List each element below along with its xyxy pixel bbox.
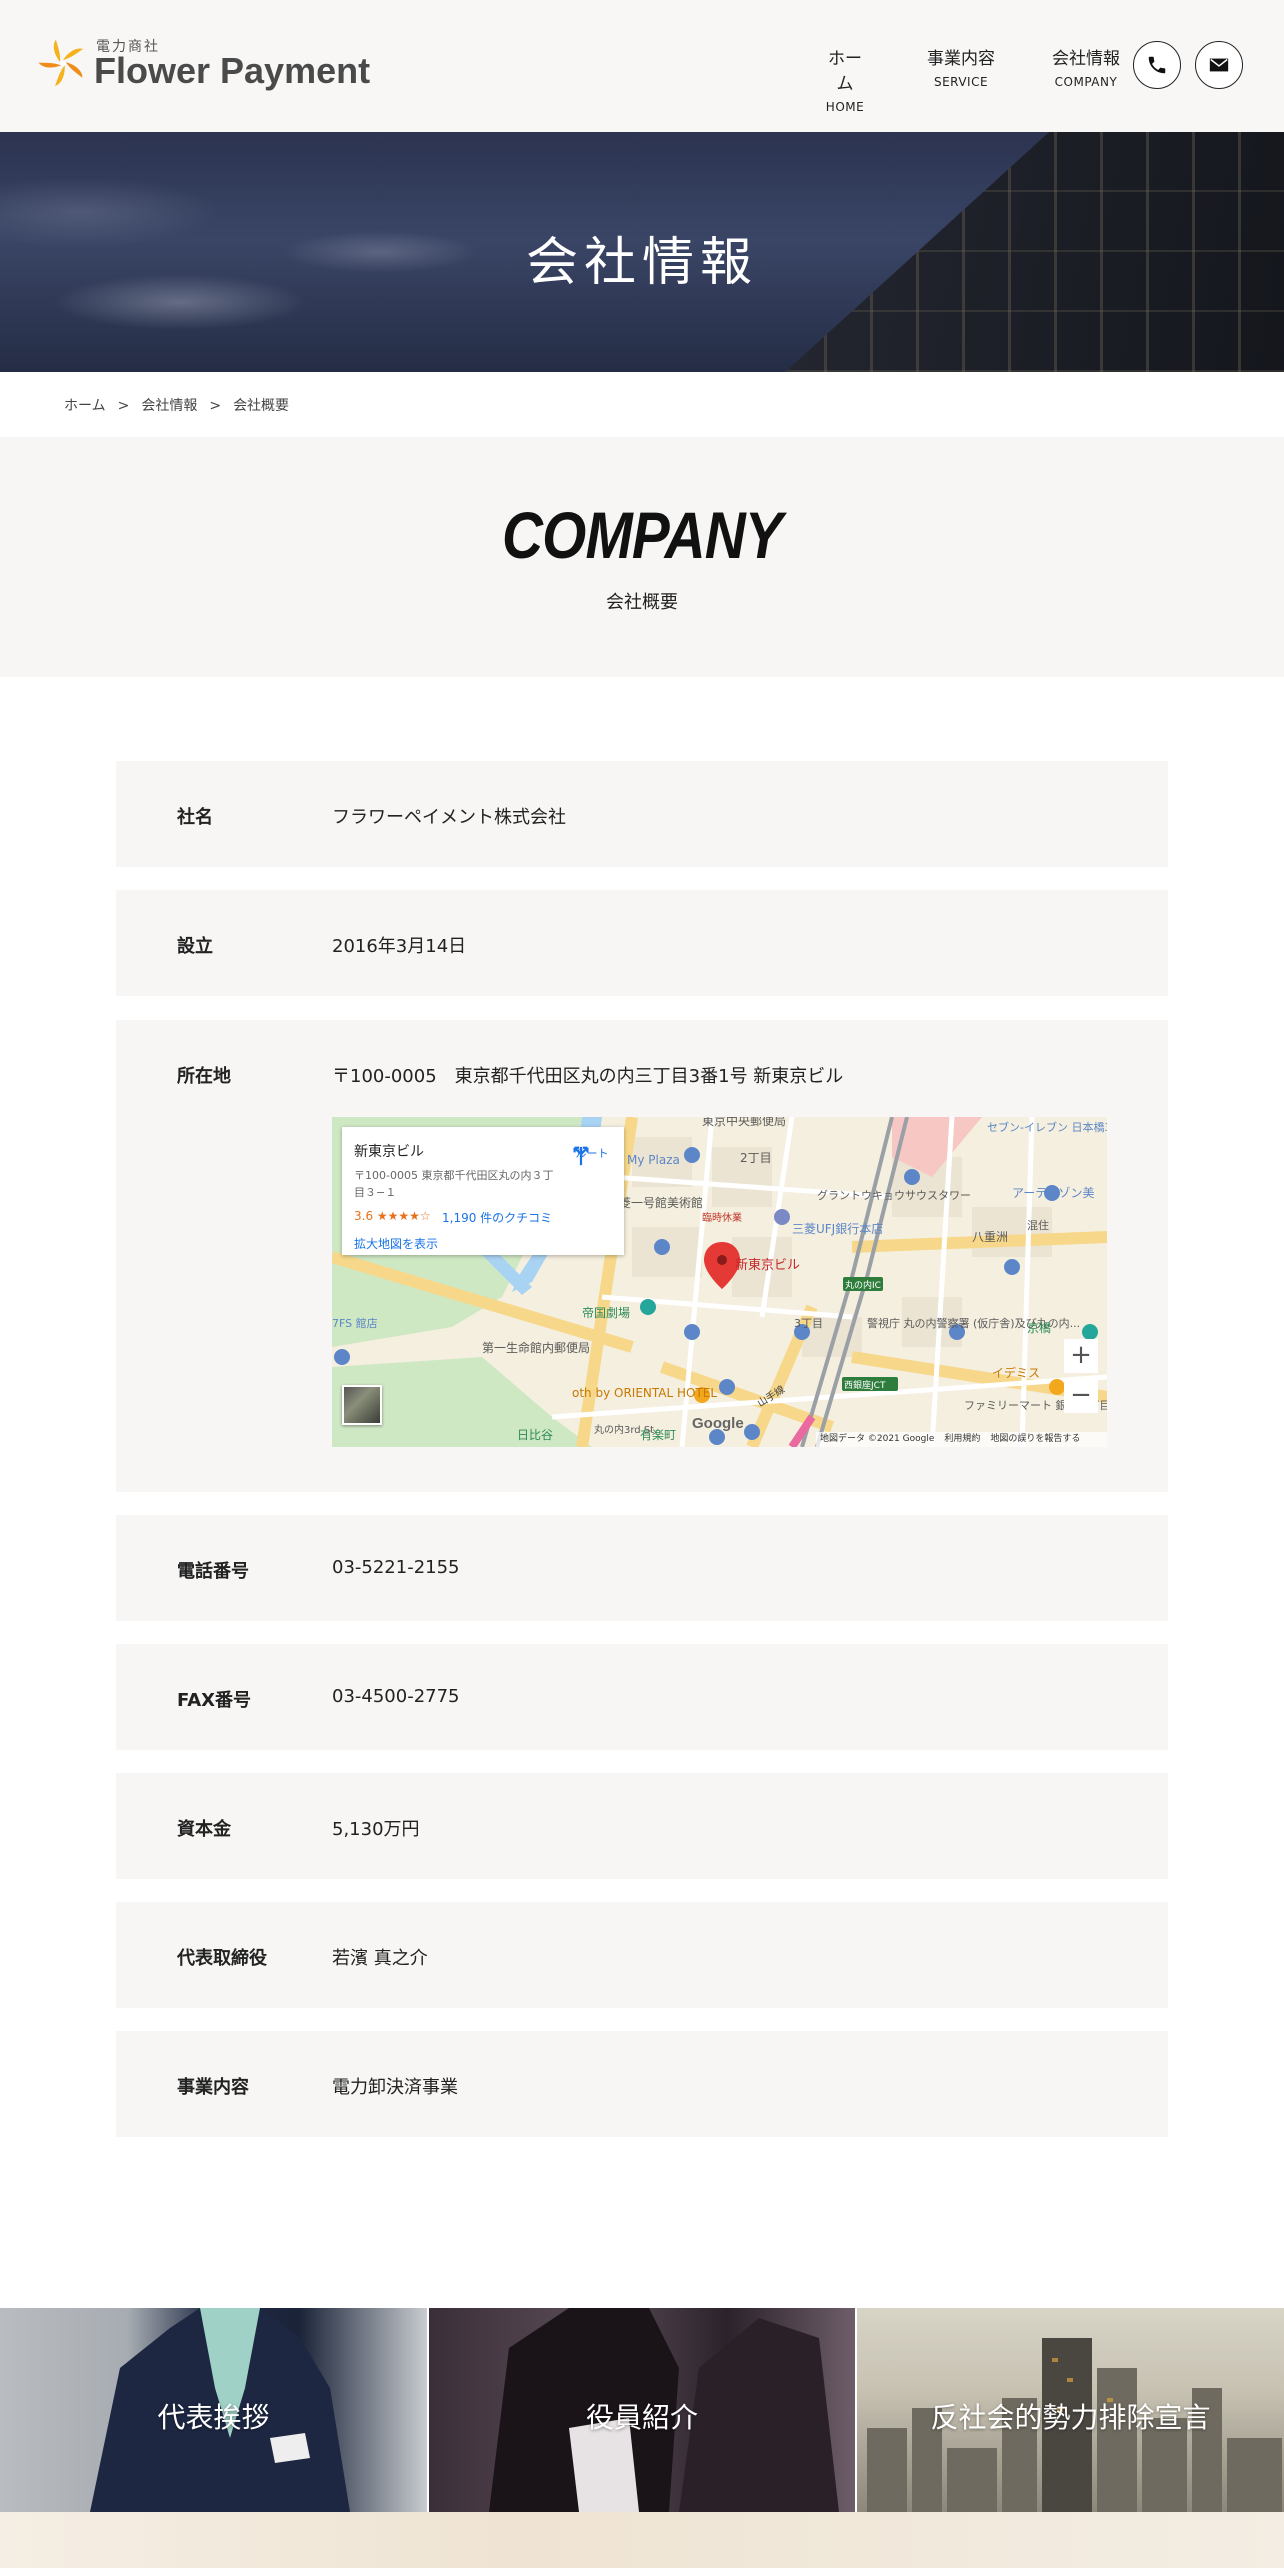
map-attribution: 地図データ ©2021 Google 利用規約 地図の誤りを報告する	[816, 1432, 1107, 1447]
flower-logo-icon	[38, 39, 83, 87]
map-label: 7FS 館店	[332, 1316, 378, 1330]
info-row-phone: 電話番号 03-5221-2155	[116, 1515, 1168, 1621]
map-reviews-link[interactable]: 1,190 件のクチコミ	[442, 1209, 552, 1226]
map-label: 混住	[1027, 1218, 1049, 1232]
map-report-link[interactable]: 地図の誤りを報告する	[990, 1434, 1080, 1444]
info-value: 〒100-0005 東京都千代田区丸の内三丁目3番1号 新東京ビル	[332, 1066, 844, 1087]
map-place-address: 〒100-0005 東京都千代田区丸の内３丁目３−１	[354, 1169, 554, 1199]
info-label: 設立	[177, 936, 213, 957]
footer-banner	[0, 2512, 1284, 2568]
map-terms-link[interactable]: 利用規約	[944, 1434, 980, 1444]
section-title-band: COMPANY 会社概要	[0, 437, 1284, 677]
map-label: 帝国劇場	[582, 1305, 630, 1320]
nav-home-label: ホーム	[828, 49, 862, 94]
info-value: 電力卸決済事業	[332, 2077, 458, 2098]
info-label: 資本金	[177, 1819, 231, 1840]
info-value: フラワーペイメント株式会社	[332, 807, 566, 828]
info-row-address: 所在地 〒100-0005 東京都千代田区丸の内三丁目3番1号 新東京ビル 東京…	[116, 1020, 1168, 1492]
hero-title: 会社情報	[525, 233, 758, 293]
map-pin-label: 新東京ビル	[735, 1257, 800, 1273]
info-label: 電話番号	[177, 1561, 249, 1582]
nav-home[interactable]: ホーム HOME	[820, 44, 870, 114]
card-greeting[interactable]: 代表挨拶	[0, 2308, 427, 2512]
card-greeting-label: 代表挨拶	[157, 2401, 270, 2434]
map-label: 西銀座JCT	[844, 1379, 886, 1391]
map-label: イデミス	[992, 1365, 1040, 1380]
map-label: 3丁目	[794, 1317, 823, 1330]
map-label: oth by ORIENTAL HOTEL	[572, 1386, 717, 1400]
section-title: COMPANY	[502, 498, 783, 572]
zoom-out-button[interactable]: −	[1064, 1379, 1098, 1413]
card-antisocial-label: 反社会的勢力排除宣言	[930, 2401, 1211, 2434]
logo-text: Flower Payment	[94, 50, 371, 91]
map-copyright: 地図データ ©2021 Google	[820, 1434, 935, 1444]
mail-button[interactable]	[1195, 41, 1243, 89]
map-label: 臨時休業	[702, 1211, 742, 1224]
map-label: 京橋	[1027, 1321, 1051, 1335]
directions-icon	[573, 1146, 589, 1166]
info-value: 03-5221-2155	[332, 1557, 460, 1578]
info-label: 代表取締役	[177, 1948, 267, 1969]
map-label: 八重洲	[972, 1230, 1008, 1244]
map-info-card: 新東京ビル 〒100-0005 東京都千代田区丸の内３丁目３−１ 3.6 ★★★…	[342, 1127, 624, 1255]
breadcrumb-separator: >	[209, 398, 222, 414]
phone-button[interactable]	[1133, 41, 1181, 89]
breadcrumb-home[interactable]: ホーム	[64, 398, 106, 414]
info-row-representative: 代表取締役 若濱 真之介	[116, 1902, 1168, 2008]
card-antisocial[interactable]: 反社会的勢力排除宣言	[857, 2308, 1284, 2512]
nav-service-sub: SERVICE	[933, 75, 989, 89]
info-value: 2016年3月14日	[332, 936, 467, 957]
breadcrumb-company[interactable]: 会社情報	[141, 398, 197, 414]
logo[interactable]: 電力商社 Flower Payment	[38, 36, 398, 96]
nav-home-sub: HOME	[825, 100, 865, 114]
phone-icon	[1148, 56, 1166, 74]
breadcrumb-separator: >	[117, 398, 130, 414]
zoom-in-button[interactable]: +	[1064, 1339, 1098, 1373]
info-row-business: 事業内容 電力卸決済事業	[116, 2031, 1168, 2137]
map-rating: 3.6 ★★★★☆	[354, 1209, 431, 1223]
nav-service-label: 事業内容	[927, 49, 995, 69]
section-subtitle: 会社概要	[606, 592, 678, 613]
google-logo: Google	[692, 1415, 744, 1432]
site-header: 電力商社 Flower Payment ホーム HOME 事業内容 SERVIC…	[0, 0, 1284, 132]
info-row-established: 設立 2016年3月14日	[116, 890, 1168, 996]
info-row-company-name: 社名 フラワーペイメント株式会社	[116, 761, 1168, 867]
info-label: 社名	[177, 807, 213, 828]
mail-icon	[1209, 58, 1229, 72]
map-label: 丸の内IC	[845, 1279, 881, 1291]
nav-service[interactable]: 事業内容 SERVICE	[926, 44, 996, 89]
nav-company-sub: COMPANY	[1054, 75, 1118, 89]
map-label: 東京中央郵便局	[702, 1117, 786, 1128]
google-map[interactable]: 東京中央郵便局 My Plaza 2丁目 三菱一号館美術館 臨時休業 グラントウ…	[332, 1117, 1107, 1447]
hero-banner: 会社情報	[0, 132, 1284, 372]
map-label: グラントウキョウサウスタワー	[817, 1188, 971, 1202]
info-value: 03-4500-2775	[332, 1686, 460, 1707]
card-officers-label: 役員紹介	[585, 2401, 698, 2434]
info-row-capital: 資本金 5,130万円	[116, 1773, 1168, 1879]
card-officers[interactable]: 役員紹介	[429, 2308, 855, 2512]
map-label: 丸の内3rd St.	[594, 1423, 657, 1436]
info-row-fax: FAX番号 03-4500-2775	[116, 1644, 1168, 1750]
nav-company[interactable]: 会社情報 COMPANY	[1050, 44, 1122, 89]
map-route-button[interactable]: ルート	[570, 1145, 614, 1166]
nav-company-label: 会社情報	[1052, 49, 1120, 69]
info-label: FAX番号	[177, 1690, 252, 1711]
breadcrumb-current: 会社概要	[233, 398, 290, 414]
satellite-toggle[interactable]	[342, 1385, 382, 1425]
map-label: 第一生命館内郵便局	[482, 1340, 590, 1355]
map-label: アーティゾン美	[1012, 1186, 1095, 1200]
breadcrumb: ホーム > 会社情報 > 会社概要	[64, 395, 289, 415]
map-label: 日比谷	[517, 1428, 553, 1442]
map-label: 三菱UFJ銀行本店	[792, 1222, 883, 1236]
info-value: 5,130万円	[332, 1819, 420, 1840]
info-value: 若濱 真之介	[332, 1948, 428, 1969]
map-larger-link[interactable]: 拡大地図を表示	[354, 1235, 438, 1252]
map-label: セブン-イレブン 日本橋3丁目店	[987, 1120, 1107, 1134]
map-label: My Plaza	[627, 1153, 680, 1167]
info-label: 事業内容	[177, 2077, 249, 2098]
info-label: 所在地	[177, 1066, 231, 1087]
map-label: 2丁目	[740, 1151, 772, 1165]
map-place-name: 新東京ビル	[354, 1144, 424, 1160]
